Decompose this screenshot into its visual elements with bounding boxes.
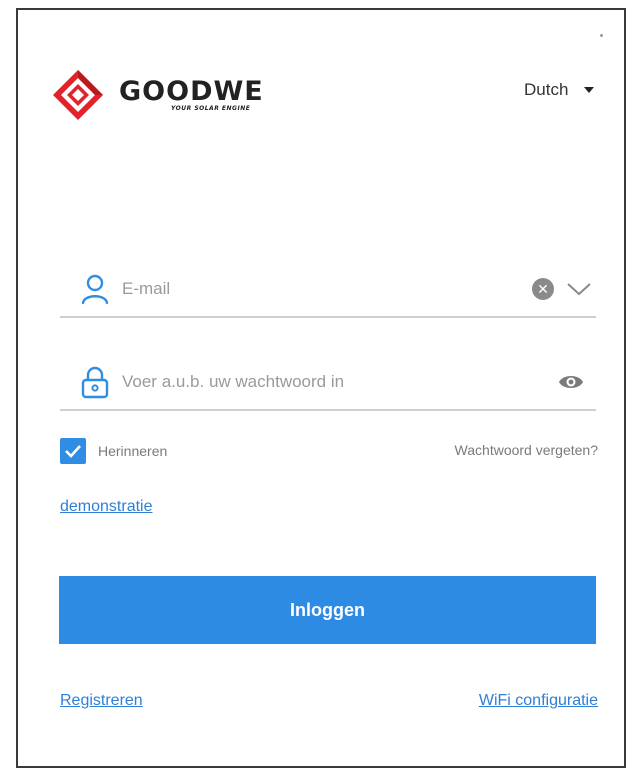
caret-down-icon (584, 87, 595, 93)
password-field (60, 355, 596, 411)
window-dot (600, 34, 603, 37)
lock-icon (81, 366, 109, 399)
remember-checkbox[interactable]: Herinneren (60, 438, 167, 464)
goodwe-logo-icon (53, 70, 103, 120)
register-link[interactable]: Registreren (60, 692, 143, 710)
language-selector[interactable]: Dutch (524, 80, 595, 100)
user-icon (81, 274, 109, 305)
chevron-down-icon[interactable] (566, 280, 592, 298)
clear-icon[interactable]: ✕ (532, 278, 554, 300)
remember-label: Herinneren (98, 443, 168, 459)
wifi-config-link[interactable]: WiFi configuratie (479, 692, 598, 710)
password-input[interactable] (122, 367, 558, 397)
language-label: Dutch (524, 80, 569, 99)
login-button[interactable]: Inloggen (59, 576, 596, 644)
logo-tagline: YOUR SOLAR ENGINE (171, 105, 251, 112)
forgot-password-link[interactable]: Wachtwoord vergeten? (455, 442, 598, 458)
logo-name: GOODWE (119, 76, 264, 107)
eye-icon[interactable] (558, 372, 584, 392)
demo-link[interactable]: demonstratie (60, 498, 153, 516)
goodwe-logo: GOODWE YOUR SOLAR ENGINE (51, 68, 264, 122)
checkbox-checked-icon[interactable] (60, 438, 86, 464)
email-input[interactable] (122, 274, 532, 304)
email-field: ✕ (60, 262, 596, 318)
